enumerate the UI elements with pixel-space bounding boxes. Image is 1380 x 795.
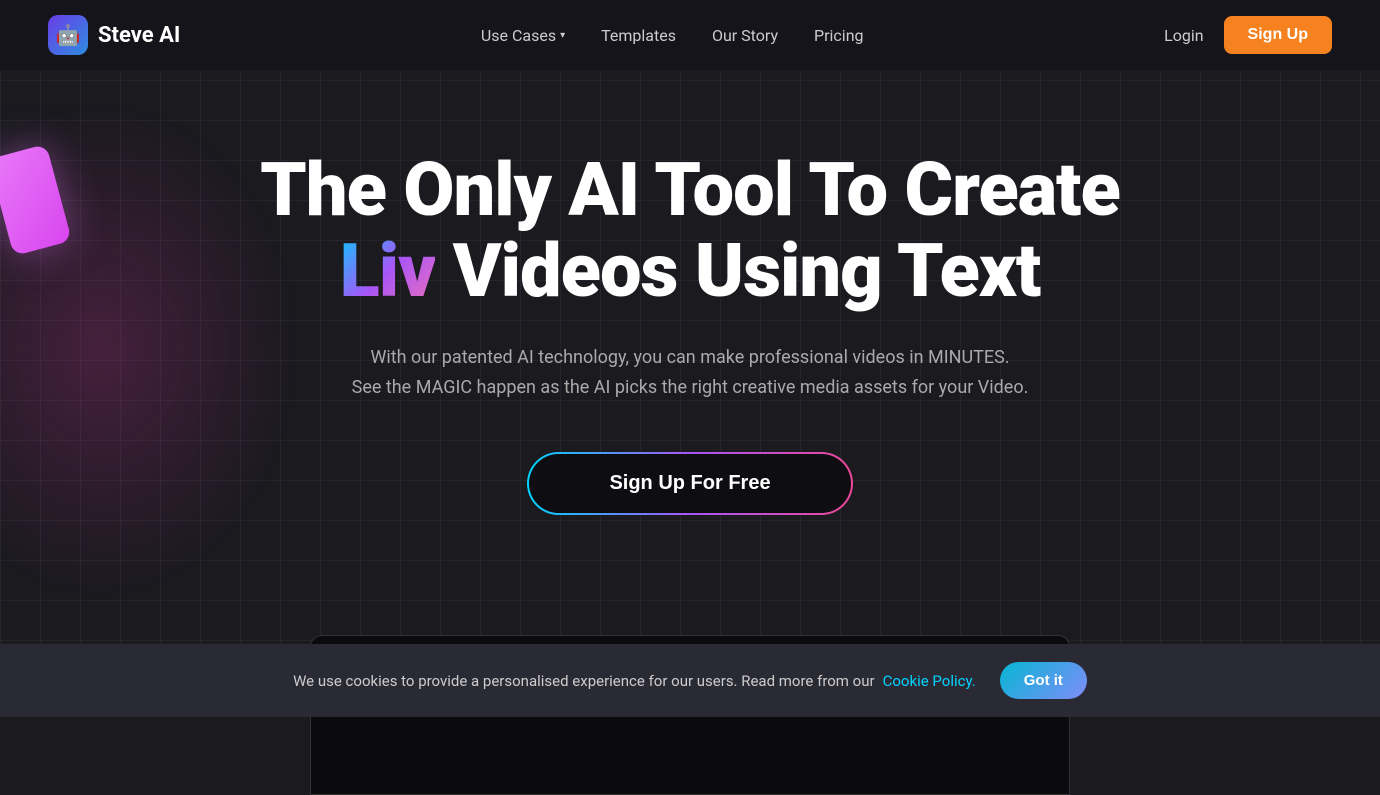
nav-pricing[interactable]: Pricing [814,26,864,45]
signup-free-button[interactable]: Sign Up For Free [529,454,850,513]
got-it-button[interactable]: Got it [1000,662,1087,699]
logo-icon: 🤖 [48,15,88,55]
brand-name: Steve AI [98,23,180,48]
nav-use-cases[interactable]: Use Cases ▾ [481,26,565,45]
cookie-policy-link[interactable]: Cookie Policy. [883,672,976,690]
hero-title: The Only AI Tool To Create Liv Videos Us… [20,150,1360,313]
nav-actions: Login Sign Up [1164,16,1332,54]
nav-our-story[interactable]: Our Story [712,26,778,45]
nav-templates[interactable]: Templates [601,26,676,45]
chevron-down-icon: ▾ [560,30,565,41]
hero-subtitle: With our patented AI technology, you can… [340,343,1040,404]
hero-title-part2: Videos Using Text [453,228,1041,315]
nav-links: Use Cases ▾ Templates Our Story Pricing [481,26,864,45]
cta-button-wrapper[interactable]: Sign Up For Free [527,452,852,515]
signup-nav-button[interactable]: Sign Up [1224,16,1332,54]
logo-area[interactable]: 🤖 Steve AI [48,15,180,55]
login-button[interactable]: Login [1164,26,1203,45]
hero-section: The Only AI Tool To Create Liv Videos Us… [0,70,1380,635]
logo-emoji: 🤖 [56,23,81,47]
cookie-banner: We use cookies to provide a personalised… [0,644,1380,717]
hero-title-colored: Liv [340,228,436,315]
hero-title-part1: The Only AI Tool To Create [260,147,1120,234]
cookie-text: We use cookies to provide a personalised… [293,672,875,690]
navbar: 🤖 Steve AI Use Cases ▾ Templates Our Sto… [0,0,1380,70]
